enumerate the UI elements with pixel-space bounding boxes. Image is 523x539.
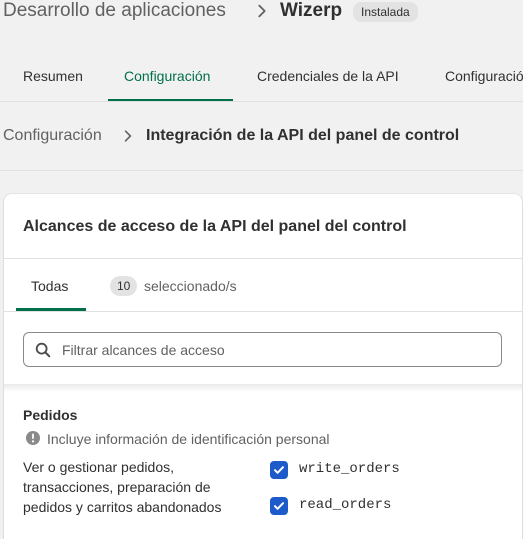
divider <box>4 258 522 259</box>
active-tab-indicator <box>108 99 233 101</box>
tab-all-scopes[interactable]: Todas <box>31 278 68 294</box>
access-scopes-card: Alcances de acceso de la API del panel d… <box>4 194 522 539</box>
checkmark-icon <box>274 502 284 510</box>
breadcrumb-section-link[interactable]: Desarrollo de aplicaciones <box>3 0 226 22</box>
search-icon <box>35 342 51 358</box>
app-header: Desarrollo de aplicaciones Wizerp Instal… <box>0 0 523 24</box>
scope-search-field[interactable] <box>23 332 502 367</box>
tab-api-credentials[interactable]: Credenciales de la API <box>257 50 399 101</box>
tab-bar: Resumen Configuración Credenciales de la… <box>0 50 523 102</box>
scope-name: read_orders <box>299 497 392 513</box>
section-separator <box>4 384 522 392</box>
divider <box>0 170 523 171</box>
section-description: Ver o gestionar pedidos, transacciones, … <box>23 459 222 515</box>
search-input[interactable] <box>62 333 492 366</box>
card-title: Alcances de acceso de la API del panel d… <box>23 218 407 235</box>
scope-checkbox[interactable] <box>270 497 288 515</box>
tab-selected-scopes[interactable]: seleccionado/s <box>144 278 237 294</box>
app-title: Wizerp <box>280 0 343 21</box>
tab-configuration-2[interactable]: Configuración <box>445 50 523 101</box>
chevron-right-icon <box>124 130 132 142</box>
status-badge: Instalada <box>353 2 418 22</box>
scope-checkbox[interactable] <box>270 461 288 479</box>
divider <box>4 311 522 312</box>
page-title: Integración de la API del panel de contr… <box>146 127 460 144</box>
pii-notice: Incluye información de identificación pe… <box>47 431 330 447</box>
chevron-right-icon <box>258 4 266 18</box>
tab-summary[interactable]: Resumen <box>23 50 83 101</box>
breadcrumb: Configuración Integración de la API del … <box>0 118 523 154</box>
checkmark-icon <box>274 466 284 474</box>
tab-configuration[interactable]: Configuración <box>124 50 210 101</box>
section-title-orders: Pedidos <box>23 407 78 423</box>
alert-circle-icon <box>26 431 40 445</box>
selected-count-badge: 10 <box>110 276 138 296</box>
scope-name: write_orders <box>299 461 400 477</box>
breadcrumb-configuration-link[interactable]: Configuración <box>3 127 102 145</box>
